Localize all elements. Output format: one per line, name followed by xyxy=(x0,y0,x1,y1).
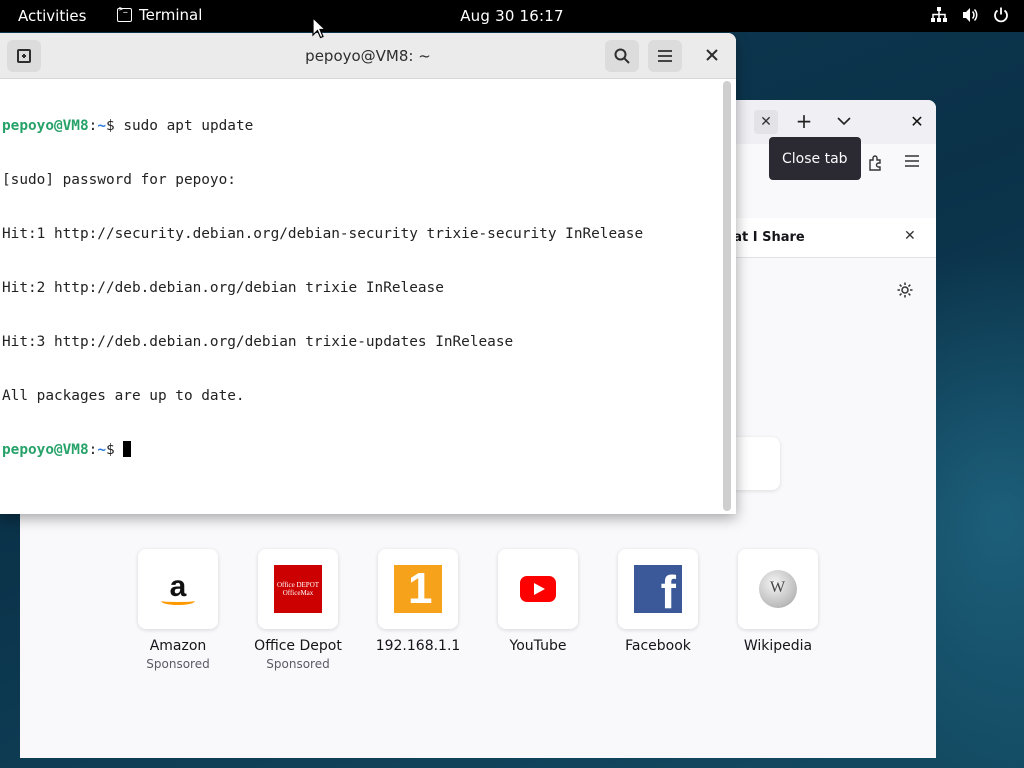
wikipedia-logo-icon xyxy=(759,570,797,608)
puzzle-icon xyxy=(869,155,881,171)
terminal-headerbar[interactable]: pepoyo@VM8: ~ xyxy=(0,33,736,79)
search-button[interactable] xyxy=(605,40,639,72)
output-line: Hit:1 http://security.debian.org/debian-… xyxy=(2,226,644,242)
terminal-output[interactable]: pepoyo@VM8:~$ sudo apt update [sudo] pas… xyxy=(0,79,722,514)
top-site-wikipedia[interactable]: Wikipedia xyxy=(738,549,818,671)
main-menu-button[interactable] xyxy=(648,40,682,72)
top-site-tile: f xyxy=(618,549,698,629)
top-site-office-depot[interactable]: Office DEPOT OfficeMax Office Depot Spon… xyxy=(254,549,342,671)
top-site-router[interactable]: 192.168.1.1 xyxy=(375,549,461,671)
status-area[interactable] xyxy=(930,6,1010,24)
top-site-sponsored-label: Sponsored xyxy=(146,657,210,671)
output-line: All packages are up to date. xyxy=(2,388,245,404)
gear-icon xyxy=(897,282,913,298)
top-site-label: YouTube xyxy=(509,638,567,654)
hamburger-menu-button[interactable] xyxy=(902,154,922,174)
top-site-label: Wikipedia xyxy=(743,638,813,654)
close-tab-tooltip: Close tab xyxy=(769,137,861,180)
top-site-sponsored-label: Sponsored xyxy=(266,657,330,671)
top-site-youtube[interactable]: YouTube xyxy=(498,549,578,671)
current-prompt-line: pepoyo@VM8:~$ xyxy=(2,441,722,459)
top-site-label: Amazon xyxy=(149,638,207,654)
output-line: Hit:2 http://deb.debian.org/debian trixi… xyxy=(2,280,444,296)
top-site-tile: a xyxy=(138,549,218,629)
close-tab-button[interactable]: ✕ xyxy=(754,110,778,134)
close-window-button[interactable]: ✕ xyxy=(905,110,929,134)
top-sites: a Amazon Sponsored Office DEPOT OfficeMa… xyxy=(138,549,818,671)
extensions-button[interactable] xyxy=(866,154,886,174)
amazon-logo-icon: a xyxy=(154,565,202,613)
power-icon[interactable] xyxy=(992,6,1010,24)
top-site-facebook[interactable]: f Facebook xyxy=(618,549,698,671)
top-site-tile xyxy=(738,549,818,629)
scrollbar[interactable] xyxy=(723,81,731,511)
clock[interactable]: Aug 30 16:17 xyxy=(0,7,1024,25)
router-logo-icon xyxy=(394,565,442,613)
top-site-amazon[interactable]: a Amazon Sponsored xyxy=(138,549,218,671)
hamburger-icon xyxy=(658,50,672,62)
output-line: Hit:3 http://deb.debian.org/debian trixi… xyxy=(2,334,514,350)
menu-icon xyxy=(905,155,919,167)
text-cursor xyxy=(123,441,132,457)
youtube-logo-icon xyxy=(520,576,556,602)
volume-icon[interactable] xyxy=(961,6,979,24)
facebook-logo-icon: f xyxy=(634,565,682,613)
top-site-label: Facebook xyxy=(625,638,691,654)
top-site-tile: Office DEPOT OfficeMax xyxy=(258,549,338,629)
customize-newtab-button[interactable] xyxy=(895,281,915,301)
top-bar: Activities Terminal Aug 30 16:17 xyxy=(0,0,1024,32)
command-line: pepoyo@VM8:~$ sudo apt update xyxy=(2,118,254,134)
notification-text: hat I Share xyxy=(724,230,805,245)
list-all-tabs-button[interactable] xyxy=(832,110,856,134)
top-site-label: 192.168.1.1 xyxy=(375,638,461,654)
chevron-down-icon xyxy=(837,117,851,126)
search-icon xyxy=(614,48,630,64)
notification-close-button[interactable]: ✕ xyxy=(904,228,916,244)
network-icon[interactable] xyxy=(930,6,948,24)
top-site-tile xyxy=(498,549,578,629)
output-line: [sudo] password for pepoyo: xyxy=(2,172,236,188)
top-site-label: Office Depot xyxy=(254,638,342,654)
close-icon xyxy=(706,49,718,61)
terminal-window[interactable]: pepoyo@VM8: ~ pepoyo@VM8:~$ sudo apt upd… xyxy=(0,33,736,514)
close-button[interactable] xyxy=(700,46,724,66)
office-depot-logo-icon: Office DEPOT OfficeMax xyxy=(274,565,322,613)
top-site-tile xyxy=(378,549,458,629)
new-tab-button[interactable]: + xyxy=(792,110,816,134)
